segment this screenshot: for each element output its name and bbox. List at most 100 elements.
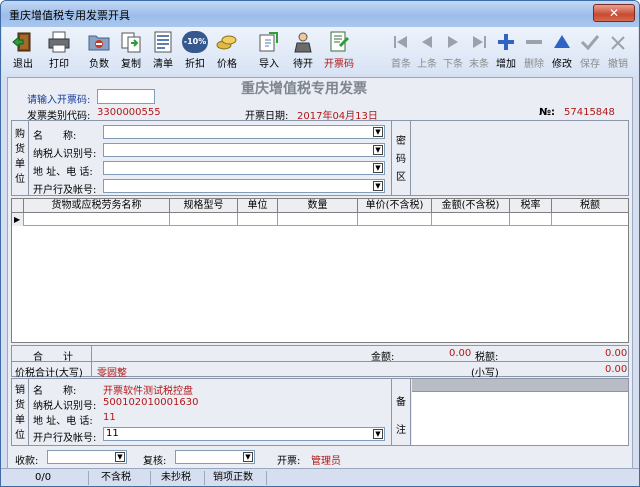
seller-side-label: 销 货 单 位 (14, 383, 26, 443)
invoice-code-button[interactable]: 开票码 (320, 31, 358, 70)
close-button[interactable]: ✕ (593, 4, 635, 22)
save-button[interactable]: 保存 (576, 31, 604, 70)
next-record-button[interactable]: 下条 (440, 31, 466, 70)
column-header[interactable]: 税率 (510, 199, 552, 213)
tax-value: 0.00 (605, 348, 628, 359)
discount-button-label: 折扣 (185, 59, 205, 70)
import-button[interactable]: 导入 (252, 31, 286, 70)
table-cell[interactable] (238, 213, 278, 226)
delete-button-label: 删除 (524, 59, 544, 70)
first-record-button[interactable]: 首条 (388, 31, 414, 70)
price-button-label: 价格 (217, 59, 237, 70)
list-icon (154, 31, 172, 53)
exit-button[interactable]: 退出 (6, 31, 40, 70)
modify-button[interactable]: 修改 (548, 31, 576, 70)
prev-record-icon (422, 36, 432, 48)
column-header[interactable]: 金额(不含税) (432, 199, 510, 213)
column-header[interactable]: 规格型号 (170, 199, 238, 213)
drawer-value: 管理员 (311, 456, 341, 467)
column-header[interactable]: 税额 (552, 199, 628, 213)
minus-icon (526, 40, 542, 44)
seller-side-char: 销 (15, 385, 25, 396)
print-button[interactable]: 打印 (42, 31, 76, 70)
chevron-down-icon: ▼ (243, 452, 253, 462)
totals-col-divider (91, 345, 92, 377)
seller-bank-value: 11 (106, 428, 119, 439)
seller-bank-label: 开户行及帐号: (33, 433, 97, 444)
remark-textarea[interactable] (412, 391, 628, 445)
table-cell[interactable] (510, 213, 552, 226)
last-record-label: 末条 (469, 59, 489, 70)
column-header[interactable]: 单位 (238, 199, 278, 213)
table-cell[interactable] (24, 213, 170, 226)
reviewer-select[interactable]: ▼ (175, 450, 255, 464)
column-header[interactable]: 数量 (278, 199, 358, 213)
undo-button-label: 撤销 (608, 59, 628, 70)
next-record-icon (448, 36, 458, 48)
seller-taxid-label: 纳税人识别号: (33, 401, 97, 412)
column-header[interactable]: 货物或应税劳务名称 (24, 199, 170, 213)
chevron-down-icon: ▼ (373, 163, 383, 173)
table-cell[interactable] (278, 213, 358, 226)
table-cell[interactable] (552, 213, 628, 226)
toolbar: 退出 打印 负数 复制 清单 -10% 折扣 价格 导入 待开 开票码 首条 上… (2, 27, 638, 75)
buyer-side-char: 单 (15, 159, 25, 170)
undo-button[interactable]: 撤销 (604, 31, 632, 70)
drawer-label: 开票: (277, 456, 301, 467)
discount-badge-icon: -10% (182, 31, 208, 53)
cipher-label: 密 码 区 (395, 133, 407, 187)
prev-record-button[interactable]: 上条 (414, 31, 440, 70)
delete-button[interactable]: 删除 (520, 31, 548, 70)
discount-button[interactable]: -10% 折扣 (178, 31, 212, 70)
add-button-label: 增加 (496, 59, 516, 70)
reviewer-label: 复核: (143, 456, 167, 467)
row-indicator: ▶ (12, 213, 24, 226)
copy-icon (121, 32, 141, 53)
input-code-label: 请输入开票码: (27, 95, 91, 106)
table-cell[interactable] (432, 213, 510, 226)
invoice-code-icon (330, 31, 350, 52)
seller-name-label: 名 称: (33, 386, 77, 397)
folder-icon (88, 35, 110, 51)
number-label: №: (539, 107, 556, 118)
invoice-code-input[interactable] (97, 89, 155, 104)
seller-bank-select[interactable]: 11 ▼ (103, 427, 385, 441)
buyer-taxid-select[interactable]: ▼ (103, 143, 385, 157)
chevron-down-icon: ▼ (373, 429, 383, 439)
check-icon (580, 35, 600, 51)
negative-button[interactable]: 负数 (82, 31, 116, 70)
list-button[interactable]: 清单 (146, 31, 180, 70)
remark-label: 备 注 (395, 389, 407, 445)
buyer-bank-select[interactable]: ▼ (103, 179, 385, 193)
buyer-name-select[interactable]: ▼ (103, 125, 385, 139)
last-record-icon (473, 36, 486, 48)
price-button[interactable]: 价格 (210, 31, 244, 70)
pending-button-label: 待开 (293, 59, 313, 70)
printer-icon (48, 31, 70, 53)
seller-side-char: 单 (15, 415, 25, 426)
add-button[interactable]: 增加 (492, 31, 520, 70)
coins-icon (216, 35, 237, 50)
goods-table[interactable]: 货物或应税劳务名称 规格型号 单位 数量 单价(不含税) 金额(不含税) 税率 … (11, 198, 629, 343)
column-header[interactable]: 单价(不含税) (358, 199, 432, 213)
status-record-count: 0/0 (31, 471, 89, 485)
seller-address-value: 11 (103, 412, 116, 423)
table-cell[interactable] (170, 213, 238, 226)
remark-char: 注 (396, 425, 406, 436)
pending-icon (294, 32, 312, 53)
modify-icon (554, 35, 570, 48)
seller-side-char: 货 (15, 400, 25, 411)
price-tax-upper: 零圆整 (97, 368, 127, 379)
payee-select[interactable]: ▼ (47, 450, 127, 464)
title-bar: 重庆增值税专用发票开具 ✕ (1, 1, 639, 27)
status-bar: 0/0 不含税 未抄税 销项正数 (1, 468, 639, 486)
table-row[interactable]: ▶ (12, 213, 628, 226)
table-cell[interactable] (358, 213, 432, 226)
last-record-button[interactable]: 末条 (466, 31, 492, 70)
pending-button[interactable]: 待开 (286, 31, 320, 70)
copy-button[interactable]: 复制 (114, 31, 148, 70)
buyer-side-char: 位 (15, 174, 25, 185)
buyer-taxid-label: 纳税人识别号: (33, 149, 97, 160)
buyer-address-select[interactable]: ▼ (103, 161, 385, 175)
print-button-label: 打印 (49, 59, 69, 70)
